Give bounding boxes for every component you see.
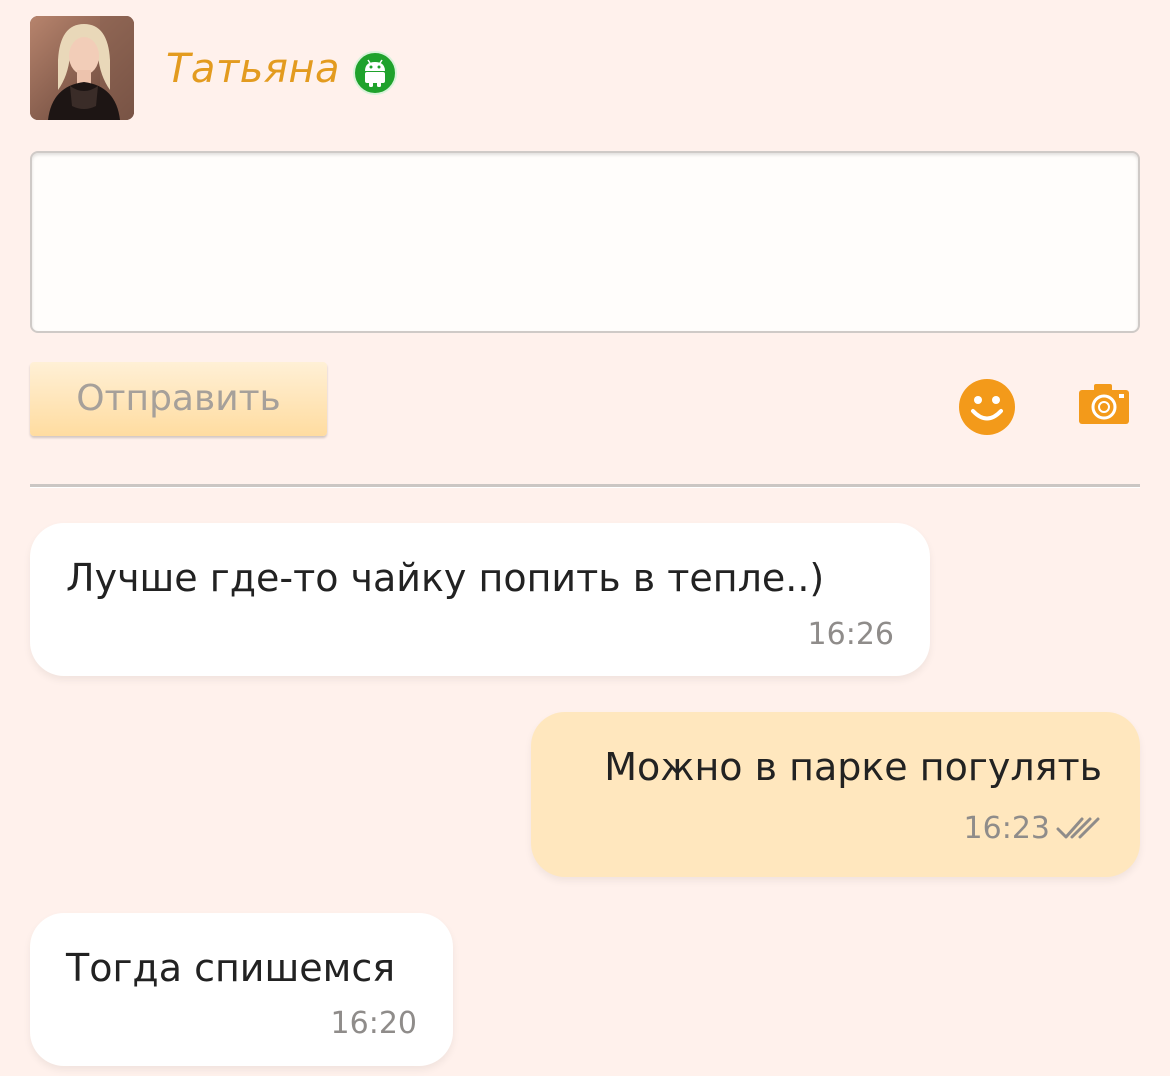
camera-icon[interactable] [1078, 382, 1130, 426]
double-check-icon [1056, 815, 1100, 841]
message-bubble-incoming[interactable]: Лучше где-то чайку попить в тепле..) 16:… [30, 523, 930, 676]
message-text: Можно в парке погулять [604, 745, 1102, 789]
message-text: Лучше где-то чайку попить в тепле..) [66, 556, 825, 600]
message-input[interactable] [30, 151, 1140, 333]
message-text: Тогда спишемся [66, 946, 396, 990]
android-icon [352, 50, 398, 96]
message-time: 16:20 [330, 1006, 417, 1041]
message-bubble-outgoing[interactable]: Можно в парке погулять 16:23 [531, 712, 1140, 877]
avatar[interactable] [30, 16, 134, 120]
chat-screen: Татьяна Отправить Лучше где-то чайку поп… [0, 0, 1170, 1076]
message-bubble-incoming[interactable]: Тогда спишемся 16:20 [30, 913, 453, 1066]
divider [30, 484, 1140, 488]
smiley-icon[interactable] [958, 378, 1016, 436]
contact-name[interactable]: Татьяна [166, 44, 340, 94]
send-button[interactable]: Отправить [30, 362, 327, 436]
message-time: 16:26 [807, 617, 894, 652]
avatar-photo [30, 16, 134, 120]
message-time: 16:23 [963, 811, 1050, 846]
